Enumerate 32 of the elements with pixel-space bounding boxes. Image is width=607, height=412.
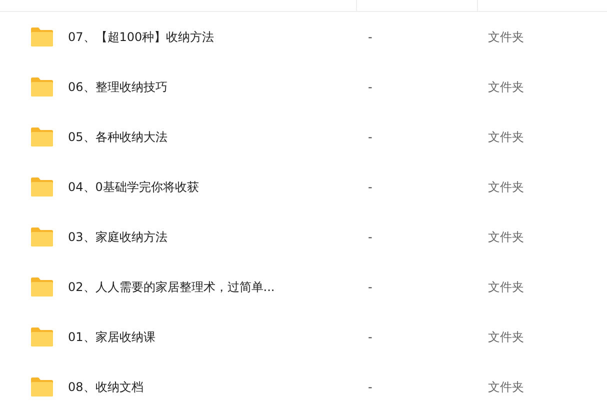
file-size: -: [367, 180, 372, 194]
folder-icon: [30, 27, 54, 47]
folder-name[interactable]: 05、各种收纳大法: [68, 128, 168, 146]
folder-icon: [30, 277, 54, 297]
folder-icon: [30, 327, 54, 347]
file-size: -: [367, 230, 372, 244]
folder-icon: [30, 77, 54, 97]
file-type: 文件夹: [487, 228, 524, 246]
folder-name[interactable]: 08、收纳文档: [68, 378, 144, 396]
file-size: -: [367, 280, 372, 294]
file-size: -: [367, 30, 372, 44]
folder-name[interactable]: 06、整理收纳技巧: [68, 78, 168, 96]
file-type: 文件夹: [487, 328, 524, 346]
folder-icon: [30, 227, 54, 247]
file-type: 文件夹: [487, 128, 524, 146]
folder-icon: [30, 177, 54, 197]
folder-icon: [30, 127, 54, 147]
file-size: -: [367, 330, 372, 344]
folder-name[interactable]: 03、家庭收纳方法: [68, 228, 168, 246]
file-type: 文件夹: [487, 28, 524, 46]
file-type: 文件夹: [487, 178, 524, 196]
file-type: 文件夹: [487, 78, 524, 96]
file-size: -: [367, 380, 372, 394]
file-size: -: [367, 130, 372, 144]
folder-name[interactable]: 04、0基础学完你将收获: [68, 178, 199, 196]
folder-name[interactable]: 01、家居收纳课: [68, 328, 156, 346]
folder-name[interactable]: 07、【超100种】收纳方法: [68, 28, 214, 46]
file-size: -: [367, 80, 372, 94]
file-type: 文件夹: [487, 278, 524, 296]
folder-icon: [30, 377, 54, 397]
file-type: 文件夹: [487, 378, 524, 396]
folder-name[interactable]: 02、人人需要的家居整理术，过简单...: [68, 278, 275, 296]
